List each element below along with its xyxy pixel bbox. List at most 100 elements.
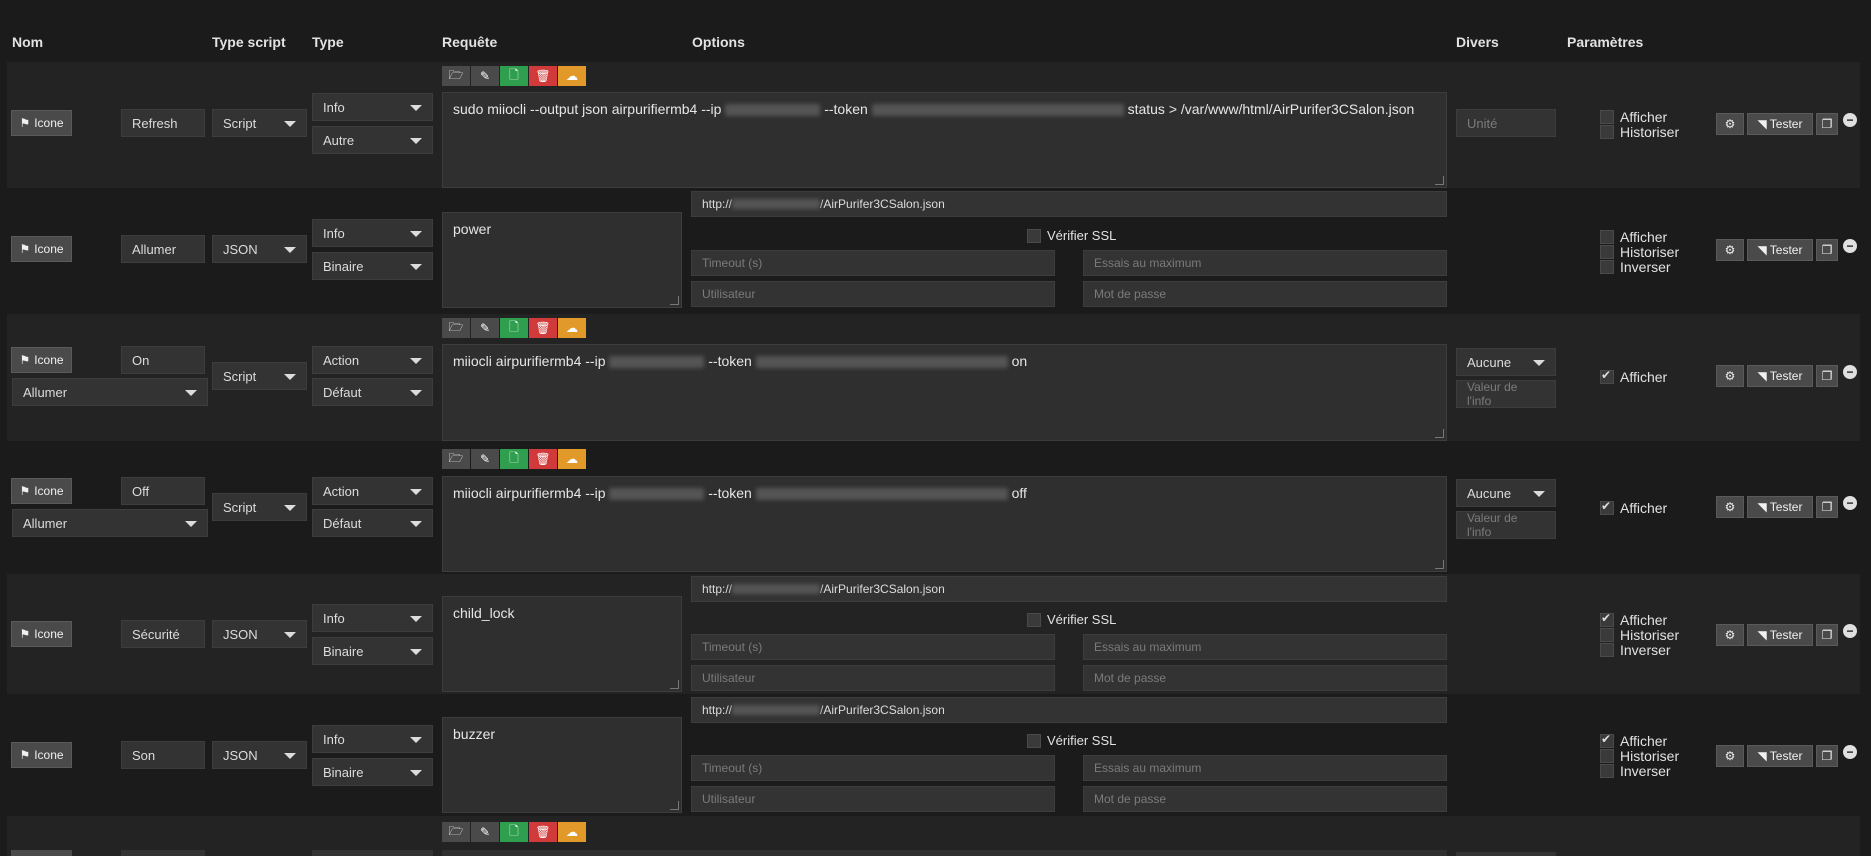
type-select[interactable]: Action [312, 477, 433, 505]
duplicate-button[interactable]: ❐ [1816, 113, 1838, 135]
valeur-info-input[interactable]: Valeur de l'info [1456, 380, 1556, 408]
icone-button[interactable] [11, 850, 72, 856]
type-select[interactable]: Info [312, 604, 433, 632]
divers-select[interactable] [1456, 852, 1556, 856]
cloud-upload-icon[interactable]: ☁ [558, 822, 586, 842]
icone-button[interactable]: ⚑ Icone [11, 742, 72, 768]
request-textarea[interactable] [442, 850, 1447, 856]
duplicate-button[interactable]: ❐ [1816, 496, 1838, 518]
folder-open-icon[interactable]: 🗁 [442, 318, 470, 338]
subtype-select[interactable]: Autre [312, 126, 433, 154]
type-select[interactable]: Action [312, 346, 433, 374]
inverser-checkbox[interactable]: Inverser [1600, 259, 1679, 275]
unite-input[interactable]: Unité [1456, 109, 1556, 137]
subtype-select[interactable]: Binaire [312, 637, 433, 665]
verifier-ssl-checkbox[interactable]: Vérifier SSL [1027, 612, 1116, 627]
request-textarea[interactable]: miiocli airpurifiermb4 --ip --token on [442, 344, 1447, 441]
afficher-checkbox[interactable]: Afficher [1600, 229, 1679, 245]
command-name-input[interactable]: Allumer [121, 235, 205, 263]
cloud-upload-icon[interactable]: ☁ [558, 449, 586, 469]
icone-button[interactable]: ⚑ Icone [11, 478, 72, 504]
cloud-upload-icon[interactable]: ☁ [558, 318, 586, 338]
request-textarea[interactable]: sudo miiocli --output json airpurifiermb… [442, 92, 1447, 188]
command-name-input[interactable]: Refresh [121, 109, 205, 137]
resize-handle[interactable] [670, 801, 679, 810]
edit-icon[interactable]: ✎ [471, 318, 499, 338]
linked-info-select[interactable]: Allumer [12, 509, 208, 537]
remove-icon[interactable]: − [1843, 496, 1857, 510]
remove-icon[interactable]: − [1843, 365, 1857, 379]
timeout-input[interactable]: Timeout (s) [691, 250, 1055, 276]
folder-open-icon[interactable]: 🗁 [442, 449, 470, 469]
folder-open-icon[interactable]: 🗁 [442, 822, 470, 842]
cloud-upload-icon[interactable]: ☁ [558, 66, 586, 86]
command-name-input[interactable]: Son [121, 741, 205, 769]
icone-button[interactable]: ⚑ Icone [11, 347, 72, 373]
script-type-select[interactable]: Script [212, 493, 307, 521]
type-select[interactable]: Info [312, 219, 433, 247]
configure-button[interactable]: ⚙ [1716, 113, 1744, 135]
subtype-select[interactable]: Binaire [312, 252, 433, 280]
url-input[interactable]: http:///AirPurifer3CSalon.json [691, 191, 1447, 217]
configure-button[interactable]: ⚙ [1716, 239, 1744, 261]
divers-select[interactable]: Aucune [1456, 479, 1556, 507]
essais-input[interactable]: Essais au maximum [1083, 634, 1447, 660]
utilisateur-input[interactable]: Utilisateur [691, 665, 1055, 691]
new-file-icon[interactable]: 🗋 [500, 822, 528, 842]
icone-button[interactable]: ⚑ Icone [11, 236, 72, 262]
script-type-select[interactable]: JSON [212, 741, 307, 769]
subtype-select[interactable]: Défaut [312, 509, 433, 537]
remove-icon[interactable]: − [1843, 745, 1857, 759]
essais-input[interactable]: Essais au maximum [1083, 755, 1447, 781]
afficher-checkbox[interactable]: Afficher [1600, 499, 1667, 516]
configure-button[interactable]: ⚙ [1716, 365, 1744, 387]
motdepasse-input[interactable]: Mot de passe [1083, 786, 1447, 812]
duplicate-button[interactable]: ❐ [1816, 239, 1838, 261]
tester-button[interactable]: ◥ Tester [1747, 624, 1813, 646]
resize-handle[interactable] [1435, 560, 1444, 569]
remove-icon[interactable]: − [1843, 113, 1857, 127]
timeout-input[interactable]: Timeout (s) [691, 634, 1055, 660]
trash-icon[interactable]: 🗑 [529, 66, 557, 86]
url-input[interactable]: http:///AirPurifer3CSalon.json [691, 697, 1447, 723]
script-type-select[interactable]: JSON [212, 620, 307, 648]
duplicate-button[interactable]: ❐ [1816, 745, 1838, 767]
trash-icon[interactable]: 🗑 [529, 449, 557, 469]
resize-handle[interactable] [1435, 176, 1444, 185]
inverser-checkbox[interactable]: Inverser [1600, 763, 1679, 779]
verifier-ssl-checkbox[interactable]: Vérifier SSL [1027, 733, 1116, 748]
afficher-checkbox[interactable]: Afficher [1600, 611, 1679, 628]
command-name-input[interactable] [121, 850, 205, 856]
historiser-checkbox[interactable]: Historiser [1600, 748, 1679, 764]
motdepasse-input[interactable]: Mot de passe [1083, 665, 1447, 691]
command-name-input[interactable]: On [121, 346, 205, 374]
command-name-input[interactable]: Off [121, 477, 205, 505]
edit-icon[interactable]: ✎ [471, 449, 499, 469]
motdepasse-input[interactable]: Mot de passe [1083, 281, 1447, 307]
resize-handle[interactable] [670, 296, 679, 305]
divers-select[interactable]: Aucune [1456, 348, 1556, 376]
folder-open-icon[interactable]: 🗁 [442, 66, 470, 86]
duplicate-button[interactable]: ❐ [1816, 624, 1838, 646]
tester-button[interactable]: ◥ Tester [1747, 239, 1813, 261]
tester-button[interactable]: ◥ Tester [1747, 745, 1813, 767]
inverser-checkbox[interactable]: Inverser [1600, 642, 1679, 658]
valeur-info-input[interactable]: Valeur de l'info [1456, 511, 1556, 539]
tester-button[interactable]: ◥ Tester [1747, 365, 1813, 387]
edit-icon[interactable]: ✎ [471, 66, 499, 86]
utilisateur-input[interactable]: Utilisateur [691, 786, 1055, 812]
timeout-input[interactable]: Timeout (s) [691, 755, 1055, 781]
configure-button[interactable]: ⚙ [1716, 624, 1744, 646]
resize-handle[interactable] [670, 680, 679, 689]
configure-button[interactable]: ⚙ [1716, 745, 1744, 767]
historiser-checkbox[interactable]: Historiser [1600, 124, 1679, 140]
icone-button[interactable]: ⚑ Icone [11, 110, 72, 136]
afficher-checkbox[interactable]: Afficher [1600, 732, 1679, 749]
tester-button[interactable]: ◥ Tester [1747, 113, 1813, 135]
request-textarea[interactable]: child_lock [442, 596, 682, 692]
afficher-checkbox[interactable]: Afficher [1600, 368, 1667, 385]
type-select[interactable]: Info [312, 93, 433, 121]
historiser-checkbox[interactable]: Historiser [1600, 244, 1679, 260]
command-name-input[interactable]: Sécurité [121, 620, 205, 648]
new-file-icon[interactable]: 🗋 [500, 318, 528, 338]
